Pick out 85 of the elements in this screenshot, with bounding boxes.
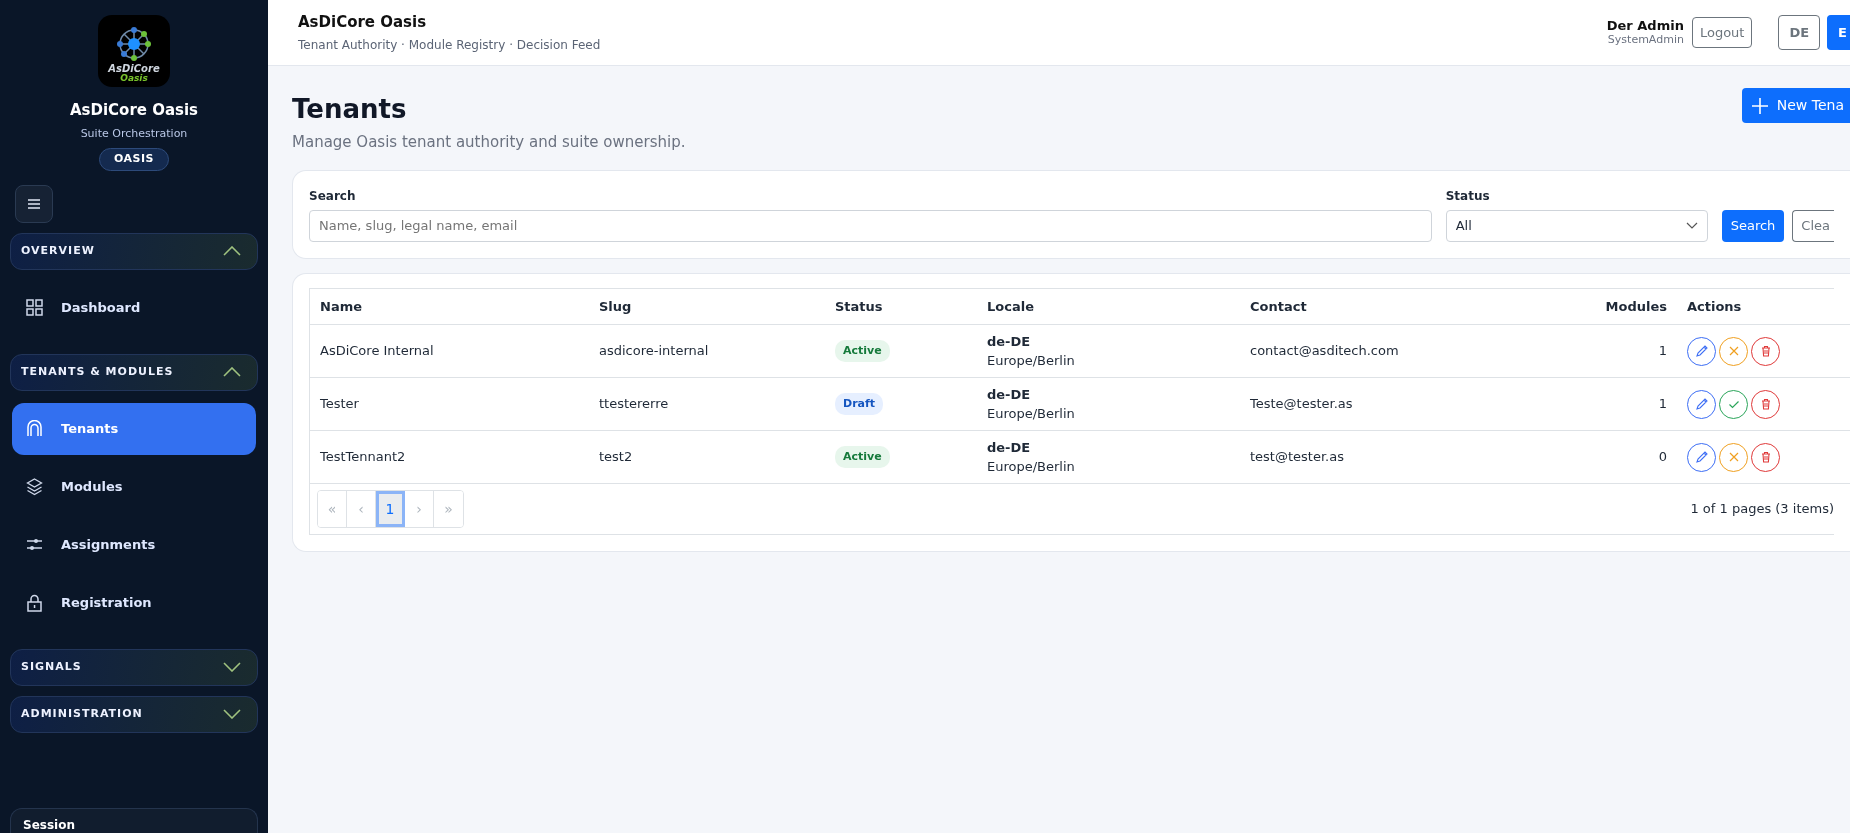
- table-cell: 1: [1572, 324, 1677, 378]
- nav-group-label: TENANTS & MODULES: [21, 363, 174, 380]
- table-cell: 1: [1572, 377, 1677, 431]
- nav-group-header[interactable]: OVERVIEW: [10, 232, 258, 270]
- nav-group-header[interactable]: SIGNALS: [10, 648, 258, 686]
- nav-group-label: SIGNALS: [21, 658, 82, 675]
- edit-button[interactable]: [1687, 336, 1716, 366]
- delete-button[interactable]: [1751, 336, 1780, 366]
- edit-button[interactable]: [1687, 389, 1716, 419]
- deactivate-button[interactable]: [1719, 442, 1748, 472]
- app-subtitle: Tenant Authority · Module Registry · Decision Feed: [298, 37, 602, 55]
- column-header: Contact: [1240, 288, 1572, 325]
- table-cell: test2: [589, 430, 825, 484]
- nav-group-header[interactable]: ADMINISTRATION: [10, 695, 258, 733]
- nav-group-label: OVERVIEW: [21, 242, 95, 259]
- page-button[interactable]: 1: [376, 491, 405, 528]
- page-description: Manage Oasis tenant authority and suite ownership.: [292, 132, 686, 154]
- nav-item[interactable]: Assignments: [12, 518, 256, 571]
- app-title: AsDiCore Oasis: [298, 11, 428, 33]
- arch-icon: [26, 419, 43, 438]
- activate-button[interactable]: [1719, 389, 1748, 419]
- nav-item[interactable]: Dashboard: [12, 281, 256, 334]
- new-tenant-button[interactable]: New Tena: [1741, 88, 1850, 123]
- user-name: Der Admin: [1606, 19, 1684, 34]
- column-header: Modules: [1572, 288, 1677, 325]
- search-field[interactable]: Name, slug, legal name, email: [309, 209, 1432, 242]
- timezone: Europe/Berlin: [987, 458, 1076, 477]
- table-cell: test@tester.as: [1240, 430, 1572, 484]
- brand-subtitle: Suite Orchestration: [79, 125, 189, 142]
- menu-icon: [28, 198, 40, 209]
- delete-button[interactable]: [1751, 442, 1780, 472]
- search-button[interactable]: Search: [1721, 209, 1785, 242]
- column-header: Name: [310, 288, 589, 325]
- table-cell: contact@asditech.com: [1240, 324, 1572, 378]
- field-label: Search: [309, 187, 357, 205]
- nav-group-label: ADMINISTRATION: [21, 705, 143, 722]
- user-role: SystemAdmin: [1606, 33, 1684, 46]
- locale-code: de-DE: [987, 385, 1032, 404]
- pagination-summary: 1 of 1 pages (3 items): [1690, 500, 1834, 519]
- lock-icon: [26, 593, 43, 612]
- nav-group-header[interactable]: TENANTS & MODULES: [10, 353, 258, 391]
- table-cell: TestTennant2: [310, 430, 589, 484]
- status-badge: Draft: [835, 392, 884, 416]
- locale-code: de-DE: [987, 438, 1032, 457]
- logo-text: Oasis: [120, 74, 148, 83]
- timezone: Europe/Berlin: [987, 405, 1076, 424]
- status-select[interactable]: All: [1445, 209, 1708, 242]
- brand-name: AsDiCore Oasis: [68, 100, 200, 121]
- nav-item[interactable]: Registration: [12, 576, 256, 629]
- nav-item[interactable]: Tenants: [12, 402, 256, 455]
- table-cell: Teste@tester.as: [1240, 377, 1572, 431]
- page-title: Tenants: [292, 94, 408, 126]
- pencil-icon: [1694, 344, 1709, 359]
- deactivate-button[interactable]: [1719, 336, 1748, 366]
- table-cell: 0: [1572, 430, 1677, 484]
- field-label: Status: [1445, 187, 1491, 205]
- edit-button[interactable]: [1687, 442, 1716, 472]
- logo-text: AsDiCore: [108, 64, 160, 74]
- menu-toggle-button[interactable]: [15, 184, 53, 223]
- timezone: Europe/Berlin: [987, 352, 1076, 371]
- status-badge: Active: [835, 445, 890, 469]
- language-button[interactable]: E: [1827, 14, 1850, 51]
- column-header: Slug: [589, 288, 825, 325]
- suite-badge: OASIS: [99, 148, 169, 171]
- grid-icon: [26, 298, 43, 317]
- pencil-icon: [1694, 450, 1709, 465]
- clear-button[interactable]: Clea: [1792, 209, 1834, 242]
- locale-code: de-DE: [987, 332, 1032, 351]
- session-card: Session: [10, 808, 258, 833]
- logout-button[interactable]: Logout: [1691, 16, 1753, 49]
- language-button[interactable]: DE: [1778, 14, 1821, 51]
- column-header: Status: [825, 288, 977, 325]
- column-header: Actions: [1677, 288, 1850, 325]
- chevron-down-icon: [1685, 222, 1698, 230]
- delete-button[interactable]: [1751, 389, 1780, 419]
- nav-item[interactable]: Modules: [12, 460, 256, 513]
- pencil-icon: [1694, 397, 1709, 412]
- plus-icon: [1751, 97, 1768, 114]
- table-cell: AsDiCore Internal: [310, 324, 589, 378]
- layers-icon: [26, 477, 43, 496]
- column-header: Locale: [977, 288, 1240, 325]
- table-cell: ttestererre: [589, 377, 825, 431]
- table-cell: asdicore-internal: [589, 324, 825, 378]
- table-cell: Tester: [310, 377, 589, 431]
- status-badge: Active: [835, 339, 890, 363]
